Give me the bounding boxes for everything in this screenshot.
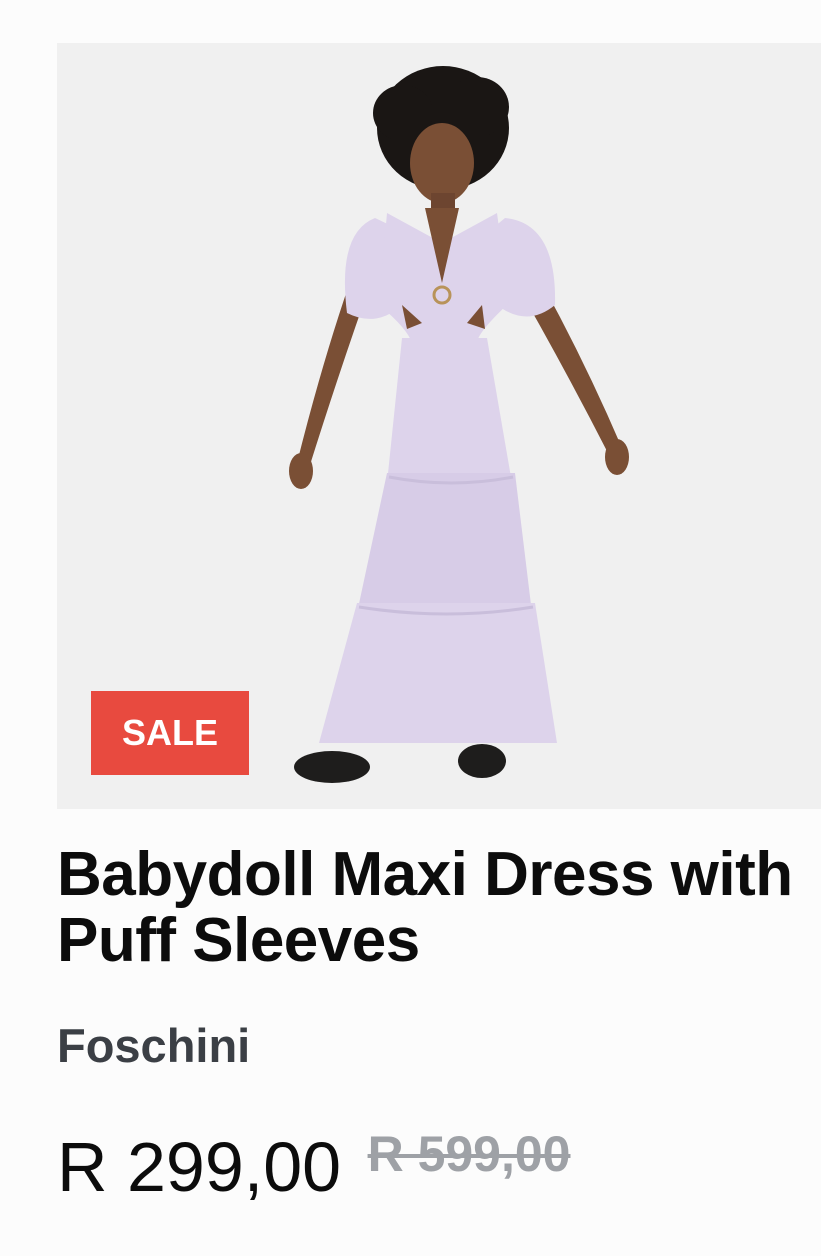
product-image[interactable]: SALE	[57, 43, 821, 809]
product-card[interactable]: SALE Babydoll Maxi Dress with Puff Sleev…	[0, 0, 821, 1256]
current-price: R 299,00	[57, 1128, 342, 1206]
original-price: R 599,00	[367, 1126, 571, 1182]
brand-name[interactable]: Foschini	[57, 1018, 250, 1074]
product-title[interactable]: Babydoll Maxi Dress with Puff Sleeves	[57, 842, 817, 974]
price-row: R 299,00 R 599,00	[57, 1122, 571, 1212]
sale-badge: SALE	[91, 691, 249, 775]
